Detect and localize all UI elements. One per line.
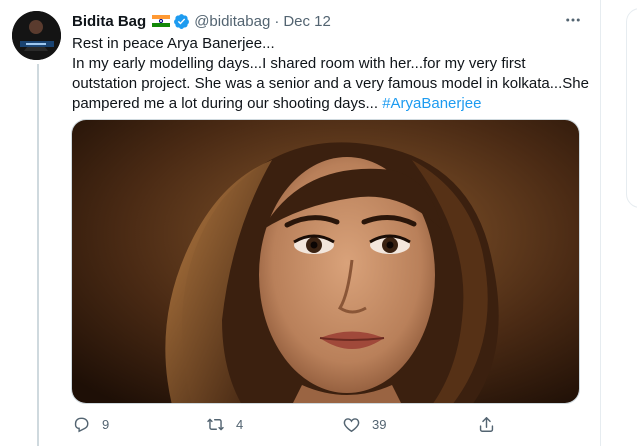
avatar[interactable] xyxy=(12,11,61,60)
tweet-header: Bidita Bag @biditabag · Dec 12 xyxy=(72,11,331,31)
retweet-button[interactable]: 4 xyxy=(206,413,243,435)
tweet-actions: 9 4 39 xyxy=(72,413,502,435)
tweet-image[interactable] xyxy=(71,119,580,404)
reply-count: 9 xyxy=(102,416,110,432)
share-button[interactable] xyxy=(477,413,496,435)
separator-dot: · xyxy=(274,12,280,30)
reply-button[interactable]: 9 xyxy=(72,413,109,435)
more-options-icon[interactable] xyxy=(561,9,585,31)
sidebar-card xyxy=(626,8,637,208)
verified-badge-icon xyxy=(174,13,190,29)
tweet-text-line: In my early modelling days...I shared ro… xyxy=(72,55,526,72)
share-icon xyxy=(479,416,494,432)
hashtag-link[interactable]: #AryaBanerjee xyxy=(382,95,481,112)
thread-line xyxy=(37,64,39,446)
author-name[interactable]: Bidita Bag xyxy=(72,13,146,30)
tweet[interactable]: Bidita Bag @biditabag · Dec 12 Rest in p… xyxy=(0,0,600,446)
tweet-text-line: Rest in peace Arya Banerjee... xyxy=(72,35,275,52)
reply-icon xyxy=(74,417,89,432)
retweet-count: 4 xyxy=(236,416,244,432)
tweet-text-line: pampered me a lot during our shooting da… xyxy=(72,94,592,114)
portrait-photo xyxy=(72,120,579,403)
tweet-date[interactable]: Dec 12 xyxy=(283,13,331,30)
heart-icon xyxy=(343,417,360,432)
like-count: 39 xyxy=(372,416,387,432)
tweet-text-line: outstation project. She was a senior and… xyxy=(72,75,589,92)
india-flag-icon xyxy=(152,15,171,27)
tweet-text: Rest in peace Arya Banerjee... In my ear… xyxy=(72,34,592,114)
retweet-icon xyxy=(207,418,224,430)
tweet-text-line-end: pampered me a lot during our shooting da… xyxy=(72,95,383,112)
author-handle[interactable]: @biditabag xyxy=(194,13,270,30)
like-button[interactable]: 39 xyxy=(342,413,386,435)
avatar-image xyxy=(12,11,61,60)
